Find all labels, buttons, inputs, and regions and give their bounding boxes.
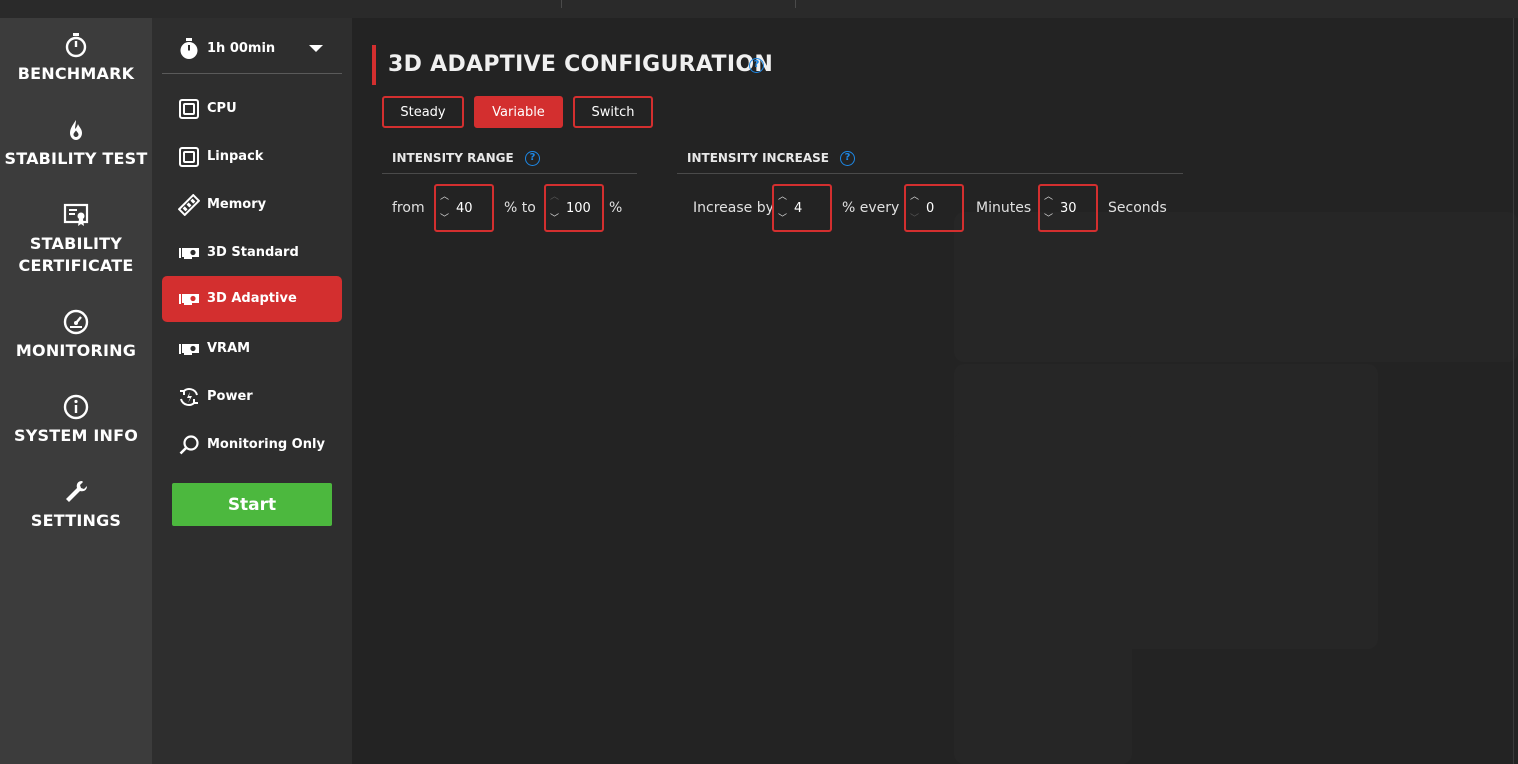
- mode-steady-button[interactable]: Steady: [382, 96, 464, 128]
- sub-item-label: 3D Standard: [207, 245, 299, 260]
- info-icon: [63, 394, 89, 420]
- nav-item-stability-certificate[interactable]: STABILITY CERTIFICATE: [0, 201, 152, 277]
- sub-item-label: Linpack: [207, 149, 264, 164]
- scroll-edge: [1513, 18, 1514, 764]
- nav-item-label: SETTINGS: [30, 511, 122, 530]
- minutes-label: Minutes: [976, 200, 1032, 216]
- chevron-down-icon[interactable]: ﹀: [778, 215, 787, 224]
- gpu-icon: [179, 344, 199, 355]
- title-accent: [372, 45, 376, 85]
- to-label: % to: [504, 200, 536, 216]
- sub-item-vram[interactable]: VRAM: [162, 326, 342, 372]
- chevron-up-icon[interactable]: ︿: [440, 193, 449, 202]
- range-to-stepper[interactable]: ︿ ﹀ 100: [544, 184, 604, 232]
- chevron-up-icon[interactable]: ︿: [910, 193, 919, 202]
- nav-item-settings[interactable]: SETTINGS: [0, 478, 152, 532]
- intensity-increase-heading: INTENSITY INCREASE: [687, 151, 829, 165]
- sub-item-label: Monitoring Only: [207, 437, 325, 452]
- nav-item-label-line2: CERTIFICATE: [18, 256, 134, 275]
- chevron-down-icon[interactable]: ﹀: [1044, 215, 1053, 224]
- seconds-label: Seconds: [1108, 200, 1167, 216]
- nav-item-label: STABILITY TEST: [4, 149, 148, 168]
- help-icon[interactable]: ?: [525, 151, 540, 166]
- wrench-icon: [66, 481, 87, 502]
- minutes-stepper[interactable]: ︿ ﹀ 0: [904, 184, 964, 232]
- divider: [162, 73, 342, 74]
- sub-item-power[interactable]: Power: [162, 374, 342, 420]
- chevron-down-icon[interactable]: ﹀: [910, 215, 919, 224]
- from-label: from: [392, 200, 425, 216]
- chevron-down-icon: [309, 45, 323, 52]
- sub-item-label: CPU: [207, 101, 237, 116]
- nav-item-label: BENCHMARK: [17, 64, 135, 83]
- help-icon[interactable]: ?: [840, 151, 855, 166]
- chevron-up-icon[interactable]: ︿: [1044, 193, 1053, 202]
- stopwatch-icon: [180, 38, 198, 59]
- nav-item-label: SYSTEM INFO: [13, 426, 139, 445]
- duration-value: 1h 00min: [207, 41, 276, 56]
- power-cycle-icon: [180, 388, 198, 406]
- percent-label: %: [609, 200, 623, 216]
- mode-variable-button[interactable]: Variable: [474, 96, 563, 128]
- sub-item-cpu[interactable]: CPU: [162, 86, 342, 132]
- gauge-icon: [63, 309, 89, 335]
- background-shape: [954, 432, 1132, 764]
- sub-item-label: 3D Adaptive: [207, 291, 297, 306]
- nav-item-monitoring[interactable]: MONITORING: [0, 308, 152, 362]
- increase-stepper[interactable]: ︿ ﹀ 4: [772, 184, 832, 232]
- nav-item-label-line1: STABILITY: [29, 234, 123, 253]
- nav-item-label: MONITORING: [15, 341, 137, 360]
- cpu-icon: [179, 147, 199, 167]
- section-divider: [677, 173, 1183, 174]
- config-panel: 3D ADAPTIVE CONFIGURATION ? Steady Varia…: [352, 18, 1518, 764]
- range-from-value[interactable]: 40: [456, 201, 473, 216]
- sub-item-3d-adaptive[interactable]: 3D Adaptive: [162, 276, 342, 322]
- help-icon[interactable]: ?: [749, 58, 764, 73]
- sub-item-label: Memory: [207, 197, 267, 212]
- minutes-value[interactable]: 0: [926, 201, 934, 216]
- increase-by-label: Increase by: [693, 200, 774, 216]
- intensity-range-heading: INTENSITY RANGE: [392, 151, 514, 165]
- nav-item-benchmark[interactable]: BENCHMARK: [0, 31, 152, 85]
- nav-item-stability-test[interactable]: STABILITY TEST: [0, 116, 152, 170]
- duration-dropdown[interactable]: 1h 00min: [178, 38, 342, 60]
- start-button[interactable]: Start: [172, 483, 332, 526]
- stopwatch-icon: [65, 33, 87, 58]
- page-title: 3D ADAPTIVE CONFIGURATION: [388, 52, 774, 77]
- chevron-down-icon[interactable]: ﹀: [550, 215, 559, 224]
- sub-nav: 1h 00min CPU Linpack Memory 3D Standard …: [152, 18, 352, 764]
- section-divider: [382, 173, 637, 174]
- chevron-down-icon[interactable]: ﹀: [440, 215, 449, 224]
- title-bar-divider: [795, 0, 796, 8]
- title-bar-divider: [561, 0, 562, 8]
- gpu-icon: [179, 294, 199, 305]
- sub-item-monitoring-only[interactable]: Monitoring Only: [162, 422, 342, 468]
- chevron-up-icon[interactable]: ︿: [778, 193, 787, 202]
- title-bar: [0, 0, 1518, 18]
- mode-switch-button[interactable]: Switch: [573, 96, 653, 128]
- flame-icon: [70, 120, 82, 140]
- sub-item-label: VRAM: [207, 341, 251, 356]
- seconds-value[interactable]: 30: [1060, 201, 1077, 216]
- magnifier-icon: [179, 435, 199, 455]
- background-shape: [954, 212, 1518, 362]
- memory-icon: [178, 194, 200, 216]
- seconds-stepper[interactable]: ︿ ﹀ 30: [1038, 184, 1098, 232]
- certificate-icon: [63, 203, 89, 226]
- sub-item-label: Power: [207, 389, 253, 404]
- sub-item-memory[interactable]: Memory: [162, 182, 342, 228]
- range-to-value[interactable]: 100: [566, 201, 591, 216]
- main-nav: BENCHMARK STABILITY TEST STABILITY CERTI…: [0, 18, 152, 764]
- range-from-stepper[interactable]: ︿ ﹀ 40: [434, 184, 494, 232]
- gpu-icon: [179, 248, 199, 259]
- sub-item-3d-standard[interactable]: 3D Standard: [162, 230, 342, 276]
- nav-item-system-info[interactable]: SYSTEM INFO: [0, 393, 152, 447]
- increase-value[interactable]: 4: [794, 201, 802, 216]
- chevron-up-icon[interactable]: ︿: [550, 193, 559, 202]
- sub-item-linpack[interactable]: Linpack: [162, 134, 342, 180]
- cpu-icon: [179, 99, 199, 119]
- every-label: % every: [842, 200, 900, 216]
